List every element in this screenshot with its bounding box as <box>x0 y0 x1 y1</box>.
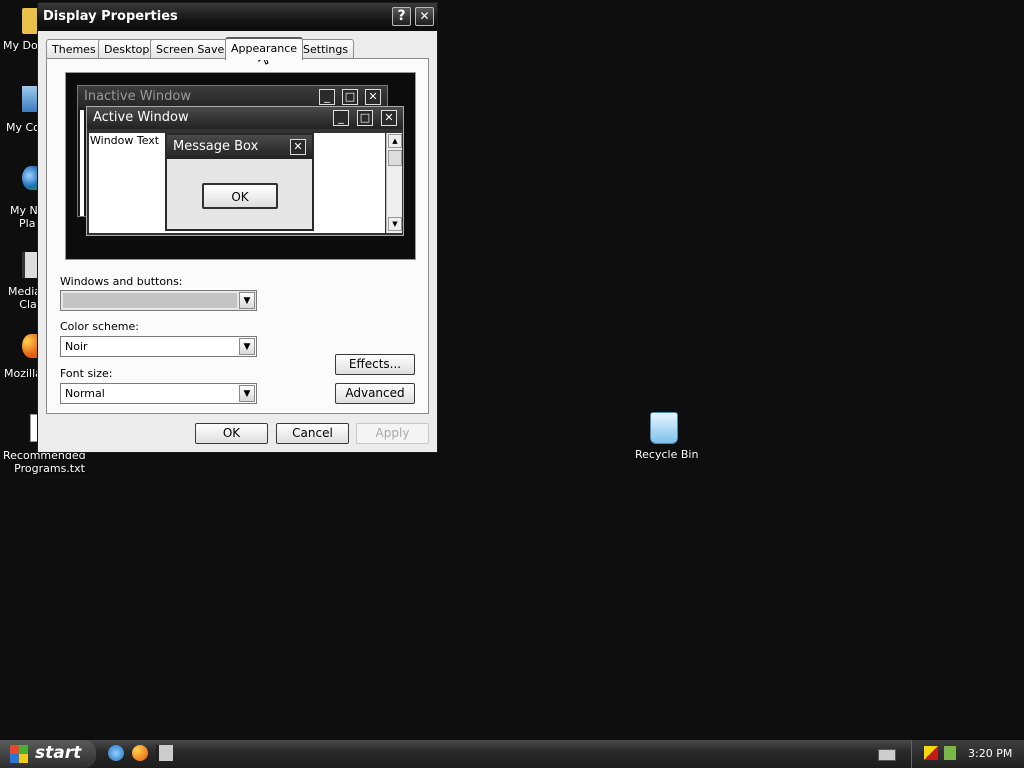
chevron-down-icon[interactable]: ▼ <box>239 292 255 309</box>
ok-button[interactable]: OK <box>195 423 268 444</box>
color-scheme-select[interactable]: Noir ▼ <box>60 336 257 357</box>
tab-desktop[interactable]: Desktop <box>98 39 156 58</box>
appearance-panel: Inactive Window _ □ ✕ Active Window _ □ … <box>46 58 429 414</box>
windows-logo-icon <box>10 745 28 763</box>
message-box-title: Message Box <box>173 139 259 154</box>
internet-explorer-icon[interactable] <box>108 745 124 761</box>
preview-scrollbar: ▲ ▼ <box>386 133 402 233</box>
close-icon: ✕ <box>290 139 306 155</box>
close-icon: ✕ <box>381 110 397 126</box>
scroll-thumb <box>388 150 402 166</box>
maximize-icon: □ <box>342 89 358 105</box>
active-window-title: Active Window <box>93 110 189 125</box>
desktop-icon-network[interactable]: My Ne Pla <box>0 164 45 230</box>
minimize-icon: _ <box>333 110 349 126</box>
clock[interactable]: 3:20 PM <box>968 747 1012 760</box>
desktop-icon-label: Recycle Bin <box>635 448 699 461</box>
windows-buttons-select[interactable]: ▼ <box>60 290 257 311</box>
media-icon[interactable] <box>156 745 173 761</box>
keyboard-icon[interactable] <box>878 749 896 761</box>
desktop-icon-my-documents[interactable]: My Doc <box>0 6 44 56</box>
appearance-preview: Inactive Window _ □ ✕ Active Window _ □ … <box>65 72 416 260</box>
font-size-value: Normal <box>65 387 105 400</box>
tab-appearance[interactable]: Appearance <box>225 37 304 60</box>
desktop-icon-mozilla[interactable]: Mozilla <box>0 332 42 382</box>
desktop-icon-media-player[interactable]: Media Cla <box>0 250 41 312</box>
taskbar: start 3:20 PM <box>0 740 1024 768</box>
font-size-select[interactable]: Normal ▼ <box>60 383 257 404</box>
network-icon[interactable] <box>944 746 956 760</box>
window-title: Display Properties <box>43 9 178 24</box>
tab-settings[interactable]: Settings <box>297 39 355 58</box>
window-text: Window Text <box>90 134 160 147</box>
start-button[interactable]: start <box>0 740 96 768</box>
help-button[interactable]: ? <box>392 7 411 26</box>
color-scheme-label: Color scheme: <box>60 320 139 333</box>
font-size-label: Font size: <box>60 367 113 380</box>
close-button[interactable]: ✕ <box>415 7 434 26</box>
start-label: start <box>35 743 82 763</box>
recycle-bin-icon <box>650 412 678 444</box>
title-bar[interactable]: Display Properties ? ✕ <box>38 3 437 31</box>
tab-screen-saver[interactable]: Screen Saver <box>150 39 235 58</box>
system-tray: 3:20 PM <box>911 740 1024 768</box>
effects-button[interactable]: Effects... <box>335 354 415 375</box>
firefox-icon[interactable] <box>132 745 148 761</box>
windows-buttons-label: Windows and buttons: <box>60 275 183 288</box>
security-alert-icon[interactable] <box>924 746 938 760</box>
tab-themes[interactable]: Themes <box>46 39 102 58</box>
desktop-icon-recycle-bin[interactable]: Recycle Bin <box>632 410 699 464</box>
advanced-button[interactable]: Advanced <box>335 383 415 404</box>
apply-button[interactable]: Apply <box>356 423 429 444</box>
scroll-up-icon: ▲ <box>388 134 402 148</box>
display-properties-dialog: Display Properties ? ✕ Themes Desktop Sc… <box>37 2 438 453</box>
inactive-window-title: Inactive Window <box>84 89 191 104</box>
preview-message-box: Message Box ✕ OK <box>165 133 314 231</box>
maximize-icon: □ <box>357 110 373 126</box>
desktop-icon-label: My Co <box>6 121 40 134</box>
message-ok-button: OK <box>202 183 278 209</box>
scroll-down-icon: ▼ <box>388 217 402 231</box>
desktop-icon-my-computer[interactable]: My Co <box>0 84 40 134</box>
minimize-icon: _ <box>319 89 335 105</box>
cancel-button[interactable]: Cancel <box>276 423 349 444</box>
close-icon: ✕ <box>365 89 381 105</box>
color-scheme-value: Noir <box>65 340 88 353</box>
computer-icon <box>22 86 38 112</box>
chevron-down-icon[interactable]: ▼ <box>239 338 255 355</box>
chevron-down-icon[interactable]: ▼ <box>239 385 255 402</box>
folder-icon <box>22 8 38 34</box>
